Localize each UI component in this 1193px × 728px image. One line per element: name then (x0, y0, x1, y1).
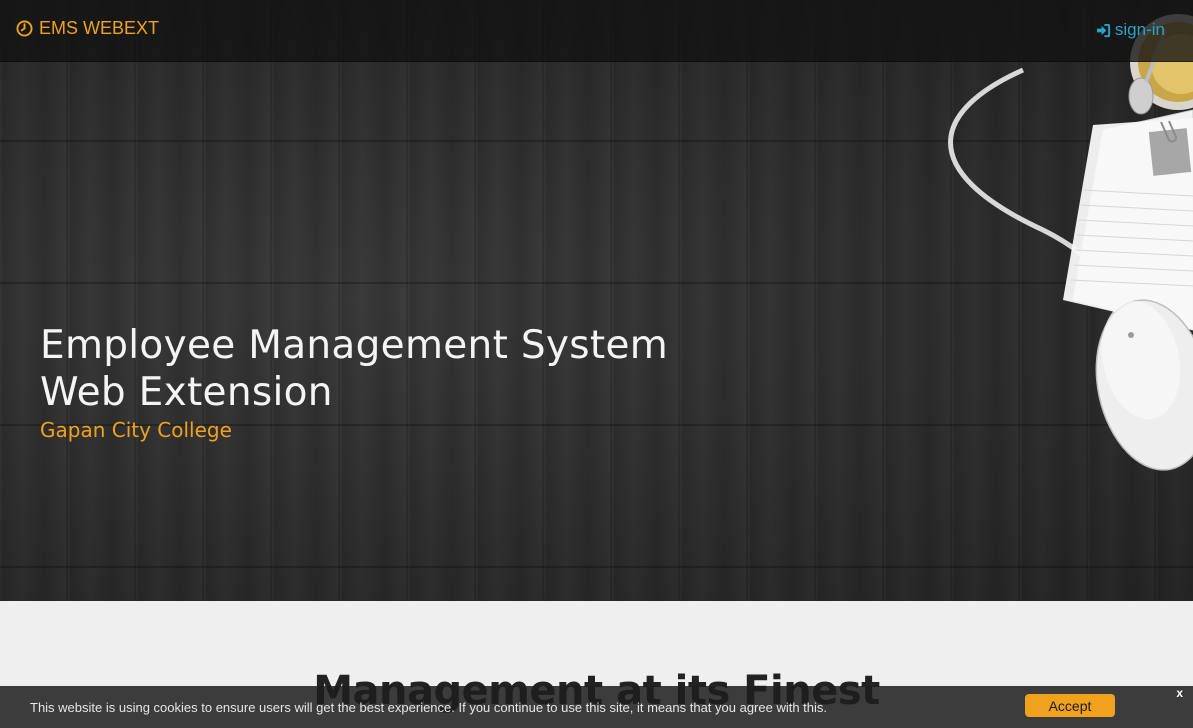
hero-subtitle: Gapan City College (40, 418, 232, 442)
sign-in-link[interactable]: sign-in (1096, 20, 1165, 40)
cookie-message: This website is using cookies to ensure … (30, 700, 828, 715)
sign-in-text: sign-in (1114, 20, 1165, 39)
brand-text: EMS WEBEXT (39, 18, 160, 38)
hero-title-line2: Web Extension (40, 370, 333, 415)
navbar: EMS WEBEXT sign-in (0, 0, 1193, 62)
close-cookie-bar-button[interactable]: x (1176, 686, 1183, 700)
hero-text-block: Employee Management System Web Extension… (40, 322, 668, 442)
page: Employee Management System Web Extension… (0, 0, 1193, 728)
hero-title-line1: Employee Management System (40, 323, 669, 368)
desk-decoration (948, 14, 1193, 471)
cookie-consent-bar: This website is using cookies to ensure … (0, 686, 1193, 728)
accept-cookies-button[interactable]: Accept (1025, 694, 1115, 717)
hero-banner: Employee Management System Web Extension… (0, 0, 1193, 601)
brand-link[interactable]: EMS WEBEXT (16, 18, 159, 39)
sign-in-icon (1096, 23, 1111, 38)
clock-icon (16, 20, 33, 37)
hero-title: Employee Management System Web Extension (40, 322, 668, 416)
